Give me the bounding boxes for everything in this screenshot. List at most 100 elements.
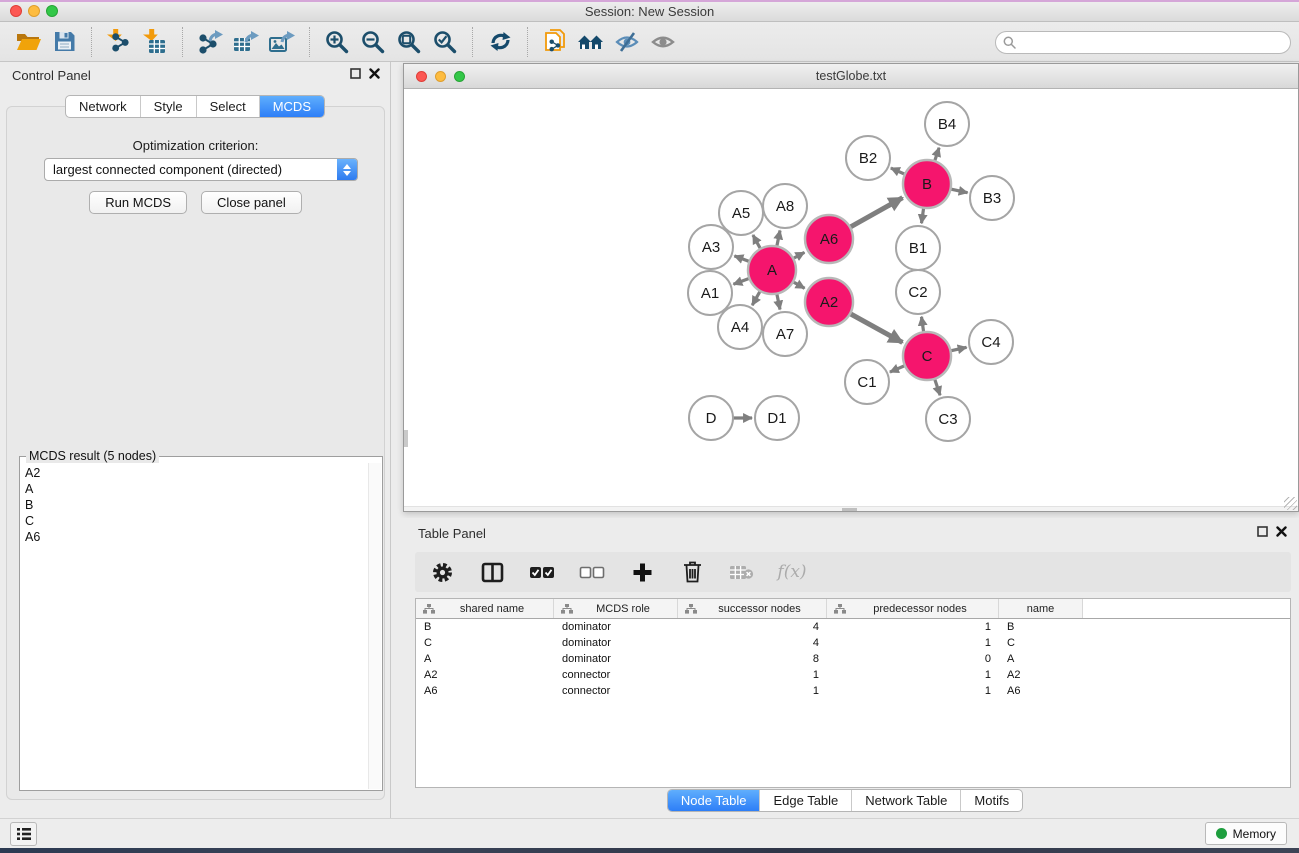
table-cell[interactable]: A2: [999, 669, 1083, 681]
mcds-result-item[interactable]: A2: [22, 465, 367, 481]
table-row[interactable]: A2connector11A2: [416, 667, 1290, 683]
table-cell[interactable]: C: [999, 637, 1083, 649]
table-cell[interactable]: A: [999, 653, 1083, 665]
tab-network-table[interactable]: Network Table: [851, 790, 960, 811]
run-mcds-button[interactable]: Run MCDS: [89, 191, 187, 214]
table-cell[interactable]: A6: [416, 685, 554, 697]
column-header-shared-name[interactable]: shared name: [416, 599, 554, 618]
table-cell[interactable]: dominator: [554, 621, 678, 633]
add-column-icon[interactable]: [629, 558, 655, 586]
delete-column-icon[interactable]: [679, 558, 705, 586]
node-C1[interactable]: C1: [845, 360, 889, 404]
table-cell[interactable]: connector: [554, 669, 678, 681]
table-cell[interactable]: dominator: [554, 653, 678, 665]
node-B1[interactable]: B1: [896, 226, 940, 270]
node-B4[interactable]: B4: [925, 102, 969, 146]
table-cell[interactable]: 4: [678, 637, 827, 649]
import-network-icon[interactable]: [101, 26, 137, 58]
network-canvas[interactable]: B4B2BB3A5A8A6A3B1AA1C2A2A4A7C4CC1C3DD1: [404, 90, 1298, 511]
node-C3[interactable]: C3: [926, 397, 970, 441]
table-cell[interactable]: A6: [999, 685, 1083, 697]
close-panel-icon[interactable]: [369, 68, 380, 79]
mcds-result-item[interactable]: C: [22, 513, 367, 529]
node-B[interactable]: B: [903, 160, 951, 208]
node-A2[interactable]: A2: [805, 278, 853, 326]
float-panel-icon[interactable]: [350, 68, 361, 79]
mcds-result-item[interactable]: A: [22, 481, 367, 497]
table-cell[interactable]: 4: [678, 621, 827, 633]
tab-select[interactable]: Select: [196, 96, 259, 117]
mcds-result-item[interactable]: A6: [22, 529, 367, 545]
deselect-all-icon[interactable]: [579, 558, 605, 586]
table-cell[interactable]: 1: [827, 637, 999, 649]
table-cell[interactable]: 1: [678, 669, 827, 681]
table-cell[interactable]: 1: [827, 621, 999, 633]
table-cell[interactable]: A: [416, 653, 554, 665]
select-all-icon[interactable]: [529, 558, 555, 586]
close-panel-button[interactable]: Close panel: [201, 191, 302, 214]
node-B3[interactable]: B3: [970, 176, 1014, 220]
import-table-icon[interactable]: [137, 26, 173, 58]
node-D[interactable]: D: [689, 396, 733, 440]
table-cell[interactable]: A2: [416, 669, 554, 681]
table-cell[interactable]: 8: [678, 653, 827, 665]
tab-network[interactable]: Network: [66, 96, 140, 117]
column-header-MCDS-role[interactable]: MCDS role: [554, 599, 678, 618]
search-input[interactable]: [995, 31, 1291, 54]
table-cell[interactable]: 1: [827, 669, 999, 681]
resize-grip-icon[interactable]: [1284, 497, 1297, 510]
column-header-predecessor-nodes[interactable]: predecessor nodes: [827, 599, 999, 618]
network-vertical-scroll-thumb[interactable]: [404, 430, 408, 447]
column-header-name[interactable]: name: [999, 599, 1083, 618]
node-A5[interactable]: A5: [719, 191, 763, 235]
node-C4[interactable]: C4: [969, 320, 1013, 364]
table-float-panel-icon[interactable]: [1257, 526, 1268, 537]
show-selected-icon[interactable]: [645, 26, 681, 58]
table-row[interactable]: Cdominator41C: [416, 635, 1290, 651]
hide-selected-icon[interactable]: [609, 26, 645, 58]
table-cell[interactable]: C: [416, 637, 554, 649]
table-cell[interactable]: B: [999, 621, 1083, 633]
node-C[interactable]: C: [903, 332, 951, 380]
node-A[interactable]: A: [748, 246, 796, 294]
tab-style[interactable]: Style: [140, 96, 196, 117]
tab-node-table[interactable]: Node Table: [668, 790, 760, 811]
zoom-out-icon[interactable]: [355, 26, 391, 58]
table-row[interactable]: A6connector11A6: [416, 683, 1290, 699]
criterion-dropdown[interactable]: largest connected component (directed): [44, 158, 358, 181]
table-cell[interactable]: 0: [827, 653, 999, 665]
open-session-icon[interactable]: [10, 26, 46, 58]
export-network-icon[interactable]: [192, 26, 228, 58]
table-close-panel-icon[interactable]: [1276, 526, 1287, 537]
table-cell[interactable]: 1: [678, 685, 827, 697]
zoom-selected-icon[interactable]: [427, 26, 463, 58]
task-history-button[interactable]: [10, 822, 37, 846]
column-header-successor-nodes[interactable]: successor nodes: [678, 599, 827, 618]
node-A7[interactable]: A7: [763, 312, 807, 356]
home-icon[interactable]: [573, 26, 609, 58]
network-horizontal-scrollbar[interactable]: [404, 506, 1298, 511]
zoom-in-icon[interactable]: [319, 26, 355, 58]
node-C2[interactable]: C2: [896, 270, 940, 314]
node-D1[interactable]: D1: [755, 396, 799, 440]
new-network-from-file-icon[interactable]: [537, 26, 573, 58]
tab-mcds[interactable]: MCDS: [259, 96, 324, 117]
gear-icon[interactable]: [429, 558, 455, 586]
node-table[interactable]: shared nameMCDS rolesuccessor nodesprede…: [415, 598, 1291, 788]
export-table-icon[interactable]: [228, 26, 264, 58]
table-row[interactable]: Bdominator41B: [416, 619, 1290, 635]
table-cell[interactable]: dominator: [554, 637, 678, 649]
export-image-icon[interactable]: [264, 26, 300, 58]
tab-motifs[interactable]: Motifs: [960, 790, 1022, 811]
node-B2[interactable]: B2: [846, 136, 890, 180]
table-cell[interactable]: connector: [554, 685, 678, 697]
tab-edge-table[interactable]: Edge Table: [759, 790, 851, 811]
mcds-result-scrollbar[interactable]: [368, 463, 381, 789]
zoom-fit-icon[interactable]: [391, 26, 427, 58]
save-session-icon[interactable]: [46, 26, 82, 58]
table-row[interactable]: Adominator80A: [416, 651, 1290, 667]
node-A1[interactable]: A1: [688, 271, 732, 315]
refresh-icon[interactable]: [482, 26, 518, 58]
columns-icon[interactable]: [479, 558, 505, 586]
mcds-result-item[interactable]: B: [22, 497, 367, 513]
